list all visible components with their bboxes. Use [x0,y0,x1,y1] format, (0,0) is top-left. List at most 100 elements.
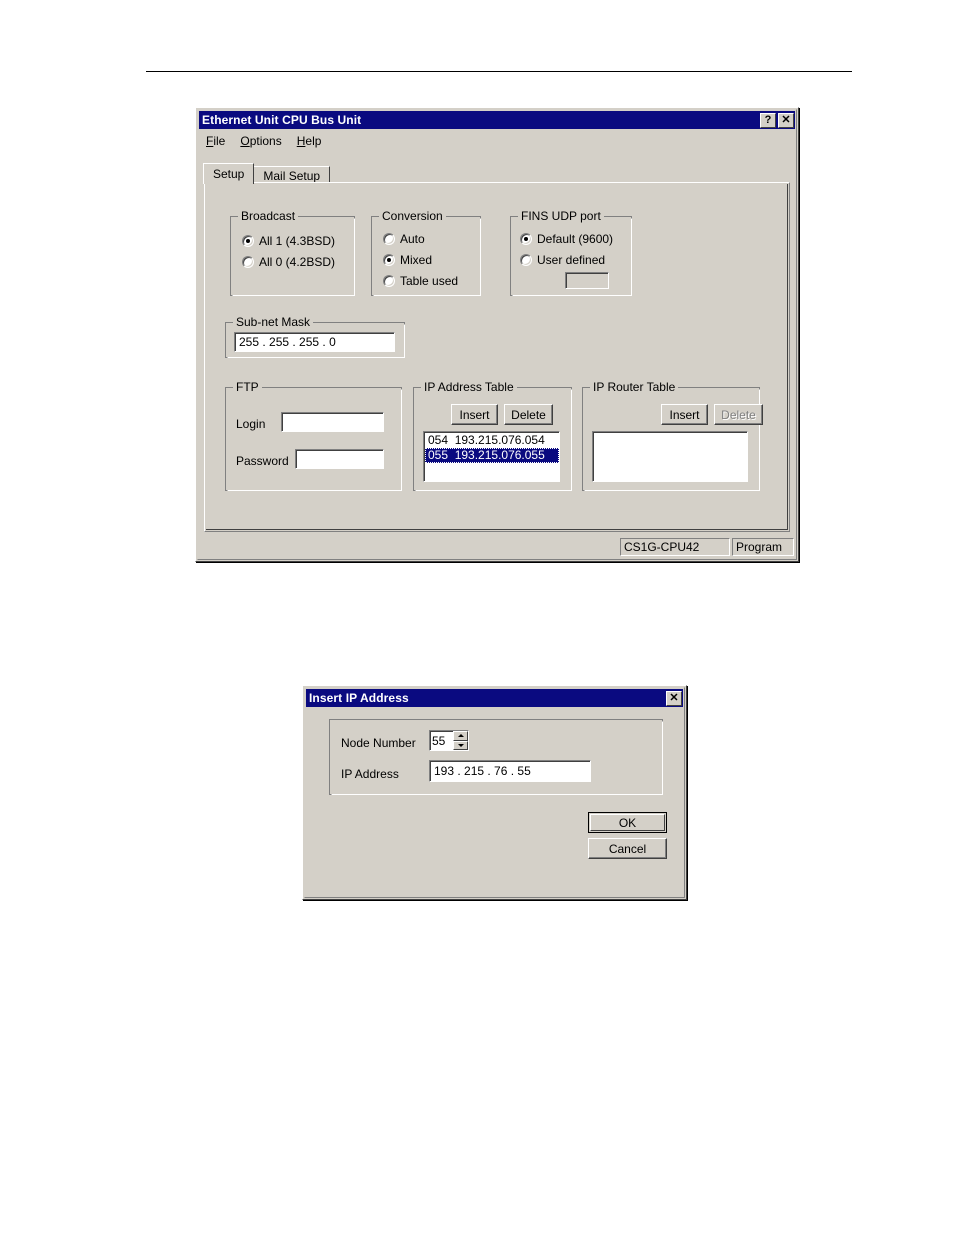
ftp-login-label: Login [236,417,266,431]
node-number-value: 55 [432,733,446,748]
ip-router-insert-label: Insert [669,407,700,422]
radio-conversion-table-used[interactable]: Table used [383,274,458,288]
conversion-group: Conversion Auto Mixed Table used [371,210,481,296]
menu-item-file[interactable]: File [200,133,231,149]
ethernet-unit-window: Ethernet Unit CPU Bus Unit ? ✕ File Opti… [195,107,799,562]
menubar: File Options Help [200,132,327,149]
ip-address-delete-button[interactable]: Delete [504,404,553,425]
fins-udp-port-group-title: FINS UDP port [518,210,604,223]
node-number-input[interactable]: 55 [429,730,469,751]
ip-address-insert-button[interactable]: Insert [451,404,498,425]
tab-mail-setup-label: Mail Setup [263,168,321,183]
ip-router-table-group-body: Insert Delete [582,381,763,491]
close-icon[interactable]: ✕ [666,690,682,706]
node-number-spinner[interactable] [453,731,468,750]
ip-address-insert-label: Insert [459,407,490,422]
ok-button[interactable]: OK [588,812,667,833]
ftp-login-input[interactable] [281,412,384,432]
dialog-title: Insert IP Address [309,691,409,705]
window-title: Ethernet Unit CPU Bus Unit [202,113,362,127]
list-item[interactable]: 054 193.215.076.054 [425,433,559,448]
close-icon[interactable]: ✕ [778,112,794,128]
radio-conversion-mixed-label: Mixed [400,253,433,267]
cancel-button-label: Cancel [608,841,647,856]
radio-conversion-table-used-label: Table used [400,274,459,288]
window-titlebar[interactable]: Ethernet Unit CPU Bus Unit ? ✕ [199,111,795,129]
radio-all0-42bsd[interactable]: All 0 (4.2BSD) [242,255,335,269]
cancel-button[interactable]: Cancel [588,838,667,859]
radio-indicator-icon [242,235,254,247]
list-item[interactable]: 055 193.215.076.055 [425,448,559,463]
dialog-titlebar-button-group: ✕ [666,690,683,706]
status-cpu-value: CS1G-CPU42 [624,540,700,554]
conversion-group-title: Conversion [379,210,446,223]
ip-router-listbox[interactable] [592,431,748,482]
broadcast-group: Broadcast All 1 (4.3BSD) All 0 (4.2BSD) [230,210,355,296]
setup-tab-panel: Broadcast All 1 (4.3BSD) All 0 (4.2BSD) … [204,182,790,532]
ip-router-insert-button[interactable]: Insert [661,404,708,425]
menu-item-options[interactable]: Options [234,133,287,149]
ok-button-face: OK [590,814,665,831]
radio-fins-user-defined[interactable]: User defined [520,253,605,267]
insert-fields-group: Node Number 55 IP Address 193 . 215 . 76… [329,719,663,795]
ip-address-listbox[interactable]: 054 193.215.076.054 055 193.215.076.055 [423,431,560,482]
ftp-group-body: Login Password [225,381,402,491]
radio-fins-default[interactable]: Default (9600) [520,232,613,246]
ip-address-delete-label: Delete [511,407,546,422]
subnet-mask-group: Sub-net Mask 255 . 255 . 255 . 0 [225,316,405,358]
radio-conversion-mixed[interactable]: Mixed [383,253,432,267]
radio-fins-user-defined-label: User defined [537,253,606,267]
fins-udp-port-group: FINS UDP port Default (9600) User define… [510,210,632,296]
radio-indicator-icon [520,233,532,245]
menu-item-help[interactable]: Help [291,133,328,149]
radio-indicator-icon [520,254,532,266]
ip-router-delete-label: Delete [721,407,756,422]
ip-address-table-group: IP Address Table Insert Delete 054 193.2… [413,381,572,491]
menu-options-rest: ptions [249,133,282,148]
ftp-password-label: Password [236,454,289,468]
radio-conversion-auto[interactable]: Auto [383,232,425,246]
ok-button-label: OK [618,815,637,830]
tabstrip: Setup Mail Setup [203,163,331,184]
ip-router-delete-button: Delete [714,404,763,425]
ip-address-label: IP Address [341,767,399,781]
node-number-label: Node Number [341,736,416,750]
dialog-titlebar[interactable]: Insert IP Address ✕ [306,689,683,707]
insert-ip-address-dialog: Insert IP Address ✕ Node Number 55 IP Ad… [302,685,687,900]
ftp-password-input[interactable] [295,449,384,469]
status-pane-mode: Program [732,538,794,556]
radio-all0-42bsd-label: All 0 (4.2BSD) [259,255,336,269]
tab-setup[interactable]: Setup [203,163,255,184]
tab-setup-label: Setup [213,167,245,181]
menu-options-mnemonic: O [240,133,250,148]
radio-indicator-icon [242,256,254,268]
subnet-mask-value: 255 . 255 . 255 . 0 [239,335,336,349]
menu-help-rest: elp [305,133,322,148]
fins-user-defined-port-input[interactable] [565,272,609,289]
spinner-up-icon[interactable] [453,731,468,741]
statusbar: CS1G-CPU42 Program [200,537,794,557]
insert-fields-group-body: Node Number 55 IP Address 193 . 215 . 76… [329,719,663,795]
radio-all1-43bsd[interactable]: All 1 (4.3BSD) [242,234,335,248]
radio-indicator-icon [383,254,395,266]
status-mode-value: Program [736,540,783,554]
ip-address-input[interactable]: 193 . 215 . 76 . 55 [429,760,591,782]
ip-address-table-group-title: IP Address Table [421,381,517,394]
ftp-group-title: FTP [233,381,262,394]
page-header-rule [146,71,852,72]
ip-address-value: 193 . 215 . 76 . 55 [434,764,531,778]
radio-fins-default-label: Default (9600) [537,232,614,246]
ip-router-table-group-title: IP Router Table [590,381,679,394]
ip-router-table-group: IP Router Table Insert Delete [582,381,763,491]
ftp-group: FTP Login Password [225,381,402,491]
radio-all1-43bsd-label: All 1 (4.3BSD) [259,234,336,248]
menu-file-rest: ile [213,133,226,148]
help-icon[interactable]: ? [760,112,776,128]
radio-indicator-icon [383,275,395,287]
titlebar-button-group: ? ✕ [760,112,795,128]
ip-address-table-group-body: Insert Delete 054 193.215.076.054 055 19… [413,381,572,491]
status-pane-cpu: CS1G-CPU42 [620,538,730,556]
spinner-down-icon[interactable] [453,740,468,750]
subnet-mask-input[interactable]: 255 . 255 . 255 . 0 [234,332,395,352]
radio-indicator-icon [383,233,395,245]
